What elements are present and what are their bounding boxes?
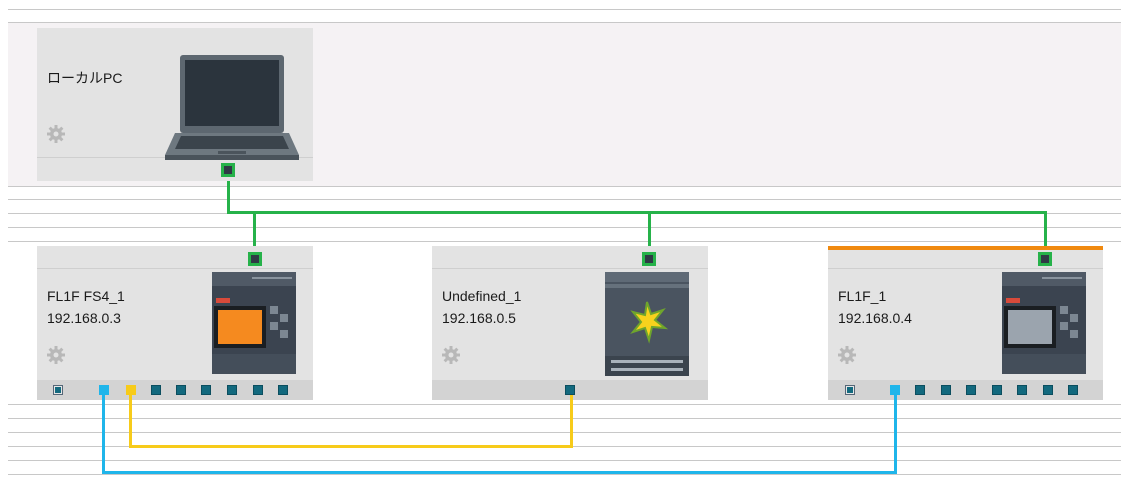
device-card-fl1f[interactable]: FL1F_1 192.168.0.4 — [828, 250, 1103, 400]
grid-line — [8, 418, 1121, 419]
plc-icon — [1002, 272, 1086, 374]
grid-line — [8, 474, 1121, 475]
link-yellow[interactable] — [129, 395, 132, 448]
gear-icon[interactable] — [46, 124, 66, 144]
ethernet-link[interactable] — [227, 211, 1047, 214]
port[interactable] — [1068, 385, 1078, 395]
ethernet-port-icon[interactable] — [248, 252, 262, 266]
card-separator — [828, 268, 1103, 269]
grid-line — [8, 460, 1121, 461]
port[interactable] — [253, 385, 263, 395]
link-yellow[interactable] — [570, 395, 573, 448]
link-cyan[interactable] — [102, 395, 105, 474]
grid-line — [8, 227, 1121, 228]
port[interactable] — [915, 385, 925, 395]
hardware-port-icon[interactable] — [845, 385, 855, 395]
device-ip: 192.168.0.5 — [442, 310, 516, 326]
device-name: Undefined_1 — [442, 288, 522, 304]
ethernet-port-icon[interactable] — [221, 163, 235, 177]
port[interactable] — [1017, 385, 1027, 395]
port[interactable] — [99, 385, 109, 395]
grid-line — [8, 9, 1121, 10]
grid-line — [8, 432, 1121, 433]
port[interactable] — [126, 385, 136, 395]
card-separator — [432, 268, 708, 269]
device-card-undefined[interactable]: Undefined_1 192.168.0.5 — [432, 246, 708, 400]
port[interactable] — [966, 385, 976, 395]
port[interactable] — [890, 385, 900, 395]
module-icon — [605, 272, 689, 376]
grid-line — [8, 199, 1121, 200]
ethernet-link[interactable] — [227, 176, 230, 214]
port[interactable] — [941, 385, 951, 395]
hardware-port-icon[interactable] — [53, 385, 63, 395]
link-cyan[interactable] — [102, 471, 897, 474]
gear-icon[interactable] — [46, 345, 66, 365]
link-yellow[interactable] — [129, 445, 573, 448]
port[interactable] — [201, 385, 211, 395]
ethernet-port-icon[interactable] — [642, 252, 656, 266]
gear-icon[interactable] — [837, 345, 857, 365]
grid-line — [8, 186, 1121, 187]
laptop-icon — [165, 55, 299, 160]
device-name: FL1F_1 — [838, 288, 887, 304]
port-bar — [37, 380, 313, 400]
port[interactable] — [565, 385, 575, 395]
device-ip: 192.168.0.3 — [47, 310, 121, 326]
device-name: FL1F FS4_1 — [47, 288, 125, 304]
device-ip: 192.168.0.4 — [838, 310, 912, 326]
port[interactable] — [176, 385, 186, 395]
port[interactable] — [151, 385, 161, 395]
link-cyan[interactable] — [894, 395, 897, 474]
port-bar — [828, 380, 1103, 400]
device-card-fl1f-fs4[interactable]: FL1F FS4_1 192.168.0.3 — [37, 246, 313, 400]
port[interactable] — [992, 385, 1002, 395]
device-name: ローカルPC — [47, 70, 123, 86]
port[interactable] — [227, 385, 237, 395]
grid-line — [8, 404, 1121, 405]
grid-line — [8, 22, 1121, 23]
port[interactable] — [278, 385, 288, 395]
ethernet-port-icon[interactable] — [1038, 252, 1052, 266]
grid-line — [8, 241, 1121, 242]
port[interactable] — [1043, 385, 1053, 395]
device-card-local-pc[interactable]: ローカルPC — [37, 28, 313, 181]
plc-icon — [212, 272, 296, 374]
card-separator — [37, 268, 313, 269]
gear-icon[interactable] — [441, 345, 461, 365]
